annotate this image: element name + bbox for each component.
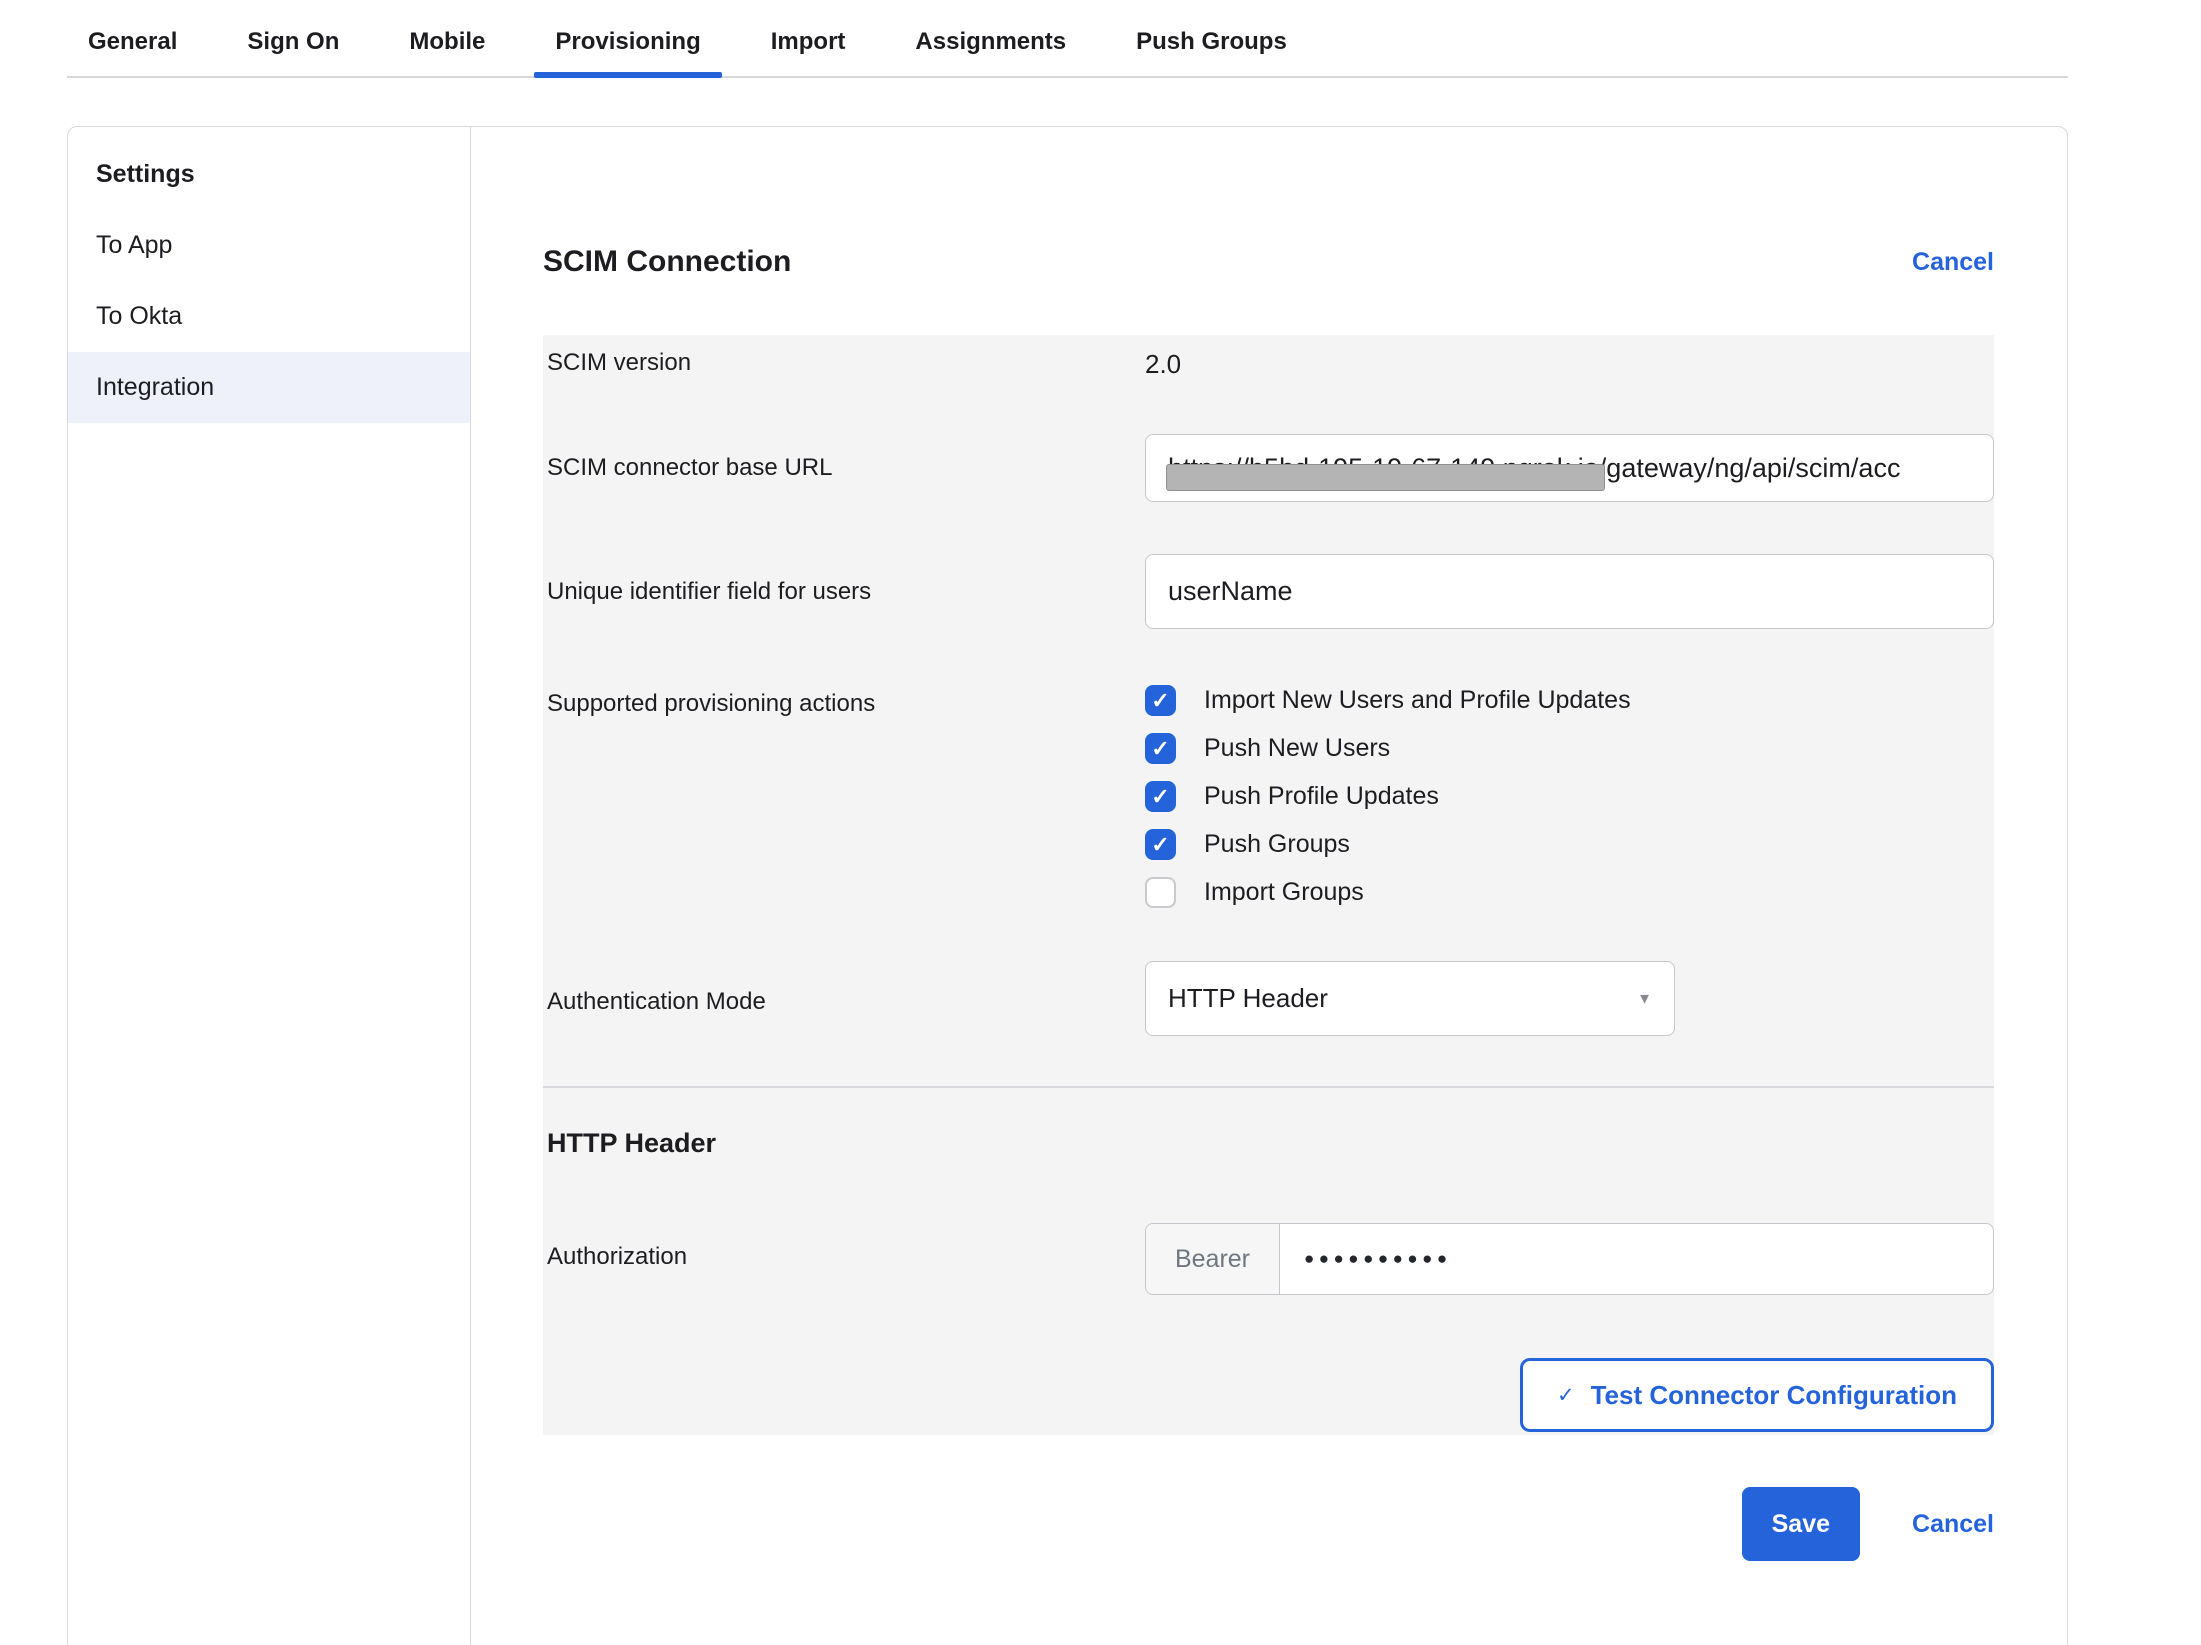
main-content: SCIM Connection Cancel SCIM version 2.0 … xyxy=(471,127,2067,1645)
checkmark-icon: ✓ xyxy=(1151,688,1169,714)
checkmark-icon: ✓ xyxy=(1151,736,1169,762)
bearer-prefix: Bearer xyxy=(1146,1224,1280,1294)
sidebar-header-settings: Settings xyxy=(68,139,470,210)
test-connector-row: ✓ Test Connector Configuration xyxy=(543,1358,1994,1435)
page-title: SCIM Connection xyxy=(543,245,791,279)
push-groups-checkbox[interactable]: ✓ xyxy=(1145,829,1176,860)
checkbox-row-push-new-users[interactable]: ✓ Push New Users xyxy=(1145,733,1994,764)
checkbox-row-import-users[interactable]: ✓ Import New Users and Profile Updates xyxy=(1145,685,1994,716)
provisioning-card: Settings To App To Okta Integration SCIM… xyxy=(67,126,2068,1645)
authorization-row: Authorization Bearer ●●●●●●●●●● xyxy=(543,1223,1994,1295)
checkbox-label: Push New Users xyxy=(1204,734,1390,763)
http-header-section-title: HTTP Header xyxy=(543,1088,1994,1159)
tab-assignments[interactable]: Assignments xyxy=(894,24,1087,76)
tab-provisioning[interactable]: Provisioning xyxy=(534,24,721,76)
checkbox-label: Import New Users and Profile Updates xyxy=(1204,686,1631,715)
import-groups-checkbox[interactable]: ✓ xyxy=(1145,877,1176,908)
checkbox-row-push-profile-updates[interactable]: ✓ Push Profile Updates xyxy=(1145,781,1994,812)
sidebar-item-to-app[interactable]: To App xyxy=(68,210,470,281)
tab-import[interactable]: Import xyxy=(750,24,867,76)
checkbox-label: Import Groups xyxy=(1204,878,1364,907)
form-footer: Save Cancel xyxy=(543,1487,1994,1561)
base-url-redacted-text: https://b5bd-195-19-67-149.ngrok.io xyxy=(1168,453,1599,484)
import-users-checkbox[interactable]: ✓ xyxy=(1145,685,1176,716)
checkmark-icon: ✓ xyxy=(1151,832,1169,858)
tab-general[interactable]: General xyxy=(67,24,198,76)
scim-version-value: 2.0 xyxy=(1145,349,1994,380)
sidebar-item-integration[interactable]: Integration xyxy=(68,352,470,423)
checkbox-row-import-groups[interactable]: ✓ Import Groups xyxy=(1145,877,1994,908)
provisioning-actions-row: Supported provisioning actions ✓ Import … xyxy=(543,685,1994,961)
base-url-input[interactable]: https://b5bd-195-19-67-149.ngrok.io /gat… xyxy=(1145,434,1994,502)
scim-form-panel: SCIM version 2.0 SCIM connector base URL… xyxy=(543,335,1994,1435)
sidebar-item-to-okta[interactable]: To Okta xyxy=(68,281,470,352)
app-tab-bar: General Sign On Mobile Provisioning Impo… xyxy=(67,0,2068,78)
test-connector-button[interactable]: ✓ Test Connector Configuration xyxy=(1520,1358,1994,1432)
authorization-label: Authorization xyxy=(543,1223,1145,1295)
authorization-token-input[interactable]: ●●●●●●●●●● xyxy=(1280,1224,1993,1294)
checkbox-label: Push Profile Updates xyxy=(1204,782,1439,811)
checkbox-label: Push Groups xyxy=(1204,830,1350,859)
unique-id-input[interactable] xyxy=(1145,554,1994,629)
test-connector-label: Test Connector Configuration xyxy=(1591,1380,1957,1411)
checkmark-icon: ✓ xyxy=(1557,1383,1575,1408)
tab-sign-on[interactable]: Sign On xyxy=(226,24,360,76)
redaction-bar xyxy=(1166,464,1605,491)
tab-push-groups[interactable]: Push Groups xyxy=(1115,24,1308,76)
header-cancel-link[interactable]: Cancel xyxy=(1912,248,1994,277)
scim-version-label: SCIM version xyxy=(543,349,1145,380)
unique-id-row: Unique identifier field for users xyxy=(543,554,1994,685)
provisioning-actions-label: Supported provisioning actions xyxy=(543,685,1145,925)
settings-sidebar: Settings To App To Okta Integration xyxy=(68,127,471,1645)
chevron-down-icon: ▼ xyxy=(1637,990,1652,1007)
push-profile-updates-checkbox[interactable]: ✓ xyxy=(1145,781,1176,812)
auth-mode-selected-value: HTTP Header xyxy=(1168,983,1328,1014)
auth-mode-label: Authentication Mode xyxy=(543,961,1145,1036)
base-url-row: SCIM connector base URL https://b5bd-195… xyxy=(543,434,1994,554)
push-new-users-checkbox[interactable]: ✓ xyxy=(1145,733,1176,764)
auth-mode-select[interactable]: HTTP Header ▼ xyxy=(1145,961,1675,1036)
authorization-input-group: Bearer ●●●●●●●●●● xyxy=(1145,1223,1994,1295)
base-url-label: SCIM connector base URL xyxy=(543,434,1145,502)
base-url-visible-suffix: /gateway/ng/api/scim/acc xyxy=(1599,453,1901,484)
scim-version-row: SCIM version 2.0 xyxy=(543,335,1994,434)
checkbox-row-push-groups[interactable]: ✓ Push Groups xyxy=(1145,829,1994,860)
auth-mode-row: Authentication Mode HTTP Header ▼ xyxy=(543,961,1994,1086)
scim-connection-header: SCIM Connection Cancel xyxy=(543,245,1994,279)
footer-cancel-link[interactable]: Cancel xyxy=(1912,1510,1994,1539)
unique-id-label: Unique identifier field for users xyxy=(543,554,1145,629)
tab-mobile[interactable]: Mobile xyxy=(388,24,506,76)
checkmark-icon: ✓ xyxy=(1151,784,1169,810)
save-button[interactable]: Save xyxy=(1742,1487,1860,1561)
